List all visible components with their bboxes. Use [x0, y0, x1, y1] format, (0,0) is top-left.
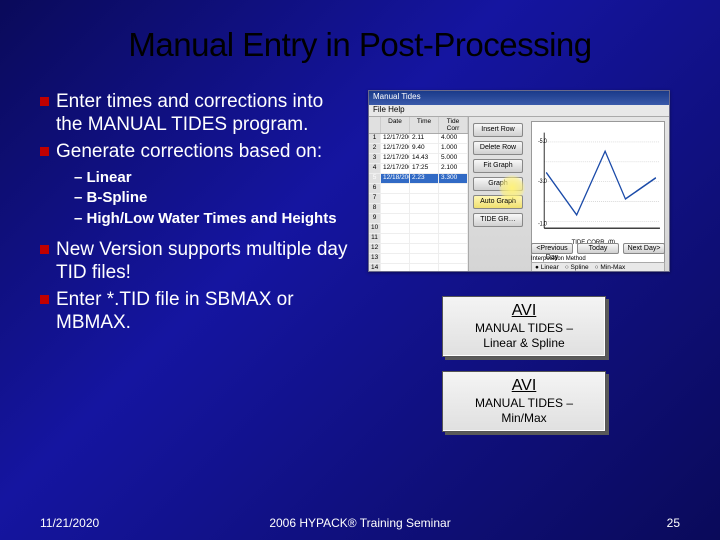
window-titlebar: Manual Tides: [369, 91, 669, 105]
next-day-button[interactable]: Next Day>: [623, 243, 665, 254]
table-row[interactable]: 10: [369, 224, 468, 234]
auto-graph-button[interactable]: Auto Graph: [473, 195, 523, 209]
avi-box2-line1: MANUAL TIDES –: [475, 396, 573, 410]
table-row[interactable]: 9: [369, 214, 468, 224]
bullet-column: Enter times and corrections into the MAN…: [40, 90, 350, 338]
table-row[interactable]: 8: [369, 204, 468, 214]
bullet-4: Enter *.TID file in SBMAX or MBMAX.: [40, 288, 350, 334]
avi-box1-line1: MANUAL TIDES –: [475, 321, 573, 335]
table-row[interactable]: 312/17/200514.435.000: [369, 154, 468, 164]
table-row[interactable]: 13: [369, 254, 468, 264]
main-bullet-list: Enter times and corrections into the MAN…: [40, 90, 350, 334]
sub-bullet-list: Linear B-Spline High/Low Water Times and…: [74, 168, 350, 230]
col-date: Date: [381, 117, 410, 133]
button-panel: Insert Row Delete Row Fit Graph Graph Au…: [469, 117, 527, 272]
manual-tides-screenshot: Manual Tides File Help Date Time Tide Co…: [368, 90, 670, 272]
prev-day-button[interactable]: <Previous Day: [531, 243, 573, 254]
table-row[interactable]: 212/17/20059.401.000: [369, 144, 468, 154]
svg-text:-3.0: -3.0: [538, 179, 547, 186]
today-button[interactable]: Today: [577, 243, 619, 254]
avi-linear-spline-button[interactable]: AVI MANUAL TIDES – Linear & Spline: [442, 296, 606, 357]
fit-graph-button[interactable]: Fit Graph: [473, 159, 523, 173]
tide-gr-button[interactable]: TIDE GR…: [473, 213, 523, 227]
radio-minmax[interactable]: Min-Max: [595, 264, 626, 271]
table-row[interactable]: 412/17/200517:252.100: [369, 164, 468, 174]
avi-box1-line2: Linear & Spline: [483, 336, 564, 350]
table-row[interactable]: 7: [369, 194, 468, 204]
sub-bullet-1: Linear: [74, 168, 350, 189]
bullet-3: New Version supports multiple day TID fi…: [40, 238, 350, 284]
sub-bullet-2: B-Spline: [74, 188, 350, 209]
content-row: Enter times and corrections into the MAN…: [40, 90, 680, 338]
avi-minmax-button[interactable]: AVI MANUAL TIDES – Min/Max: [442, 371, 606, 432]
col-corr: Tide Corr: [439, 117, 468, 133]
radio-linear[interactable]: Linear: [535, 264, 559, 271]
footer-center: 2006 HYPACK® Training Seminar: [0, 516, 720, 530]
figure-column: Manual Tides File Help Date Time Tide Co…: [368, 90, 680, 338]
svg-text:-1.0: -1.0: [538, 221, 547, 228]
table-row[interactable]: 14: [369, 264, 468, 272]
table-row[interactable]: 6: [369, 184, 468, 194]
graph-button[interactable]: Graph: [473, 177, 523, 191]
bullet-2-text: Generate corrections based on:: [56, 141, 322, 162]
plot-controls: <Previous Day Today Next Day> Interpolat…: [531, 243, 665, 269]
svg-text:-5.0: -5.0: [538, 139, 547, 146]
col-time: Time: [410, 117, 439, 133]
slide-footer: 11/21/2020 2006 HYPACK® Training Seminar…: [0, 516, 720, 530]
window-menubar: File Help: [369, 105, 669, 117]
avi-button-column: AVI MANUAL TIDES – Linear & Spline AVI M…: [368, 296, 680, 432]
table-row[interactable]: 112/17/20052.114.000: [369, 134, 468, 144]
avi-label-2: AVI: [449, 376, 599, 395]
slide-title: Manual Entry in Post-Processing: [40, 26, 680, 64]
table-header: Date Time Tide Corr: [369, 117, 468, 134]
tide-table: Date Time Tide Corr 112/17/20052.114.000…: [369, 117, 469, 272]
insert-row-button[interactable]: Insert Row: [473, 123, 523, 137]
avi-box2-line2: Min/Max: [501, 411, 546, 425]
table-row[interactable]: 11: [369, 234, 468, 244]
delete-row-button[interactable]: Delete Row: [473, 141, 523, 155]
sub-bullet-3: High/Low Water Times and Heights: [74, 209, 350, 230]
radio-spline[interactable]: Spline: [565, 264, 589, 271]
bullet-1: Enter times and corrections into the MAN…: [40, 90, 350, 136]
table-row[interactable]: 12: [369, 244, 468, 254]
bullet-2: Generate corrections based on: Linear B-…: [40, 140, 350, 229]
avi-label: AVI: [449, 301, 599, 320]
table-row[interactable]: 512/18/20052.233.300: [369, 174, 468, 184]
slide: Manual Entry in Post-Processing Enter ti…: [0, 0, 720, 540]
interp-radio-group: Linear Spline Min-Max: [531, 262, 665, 272]
